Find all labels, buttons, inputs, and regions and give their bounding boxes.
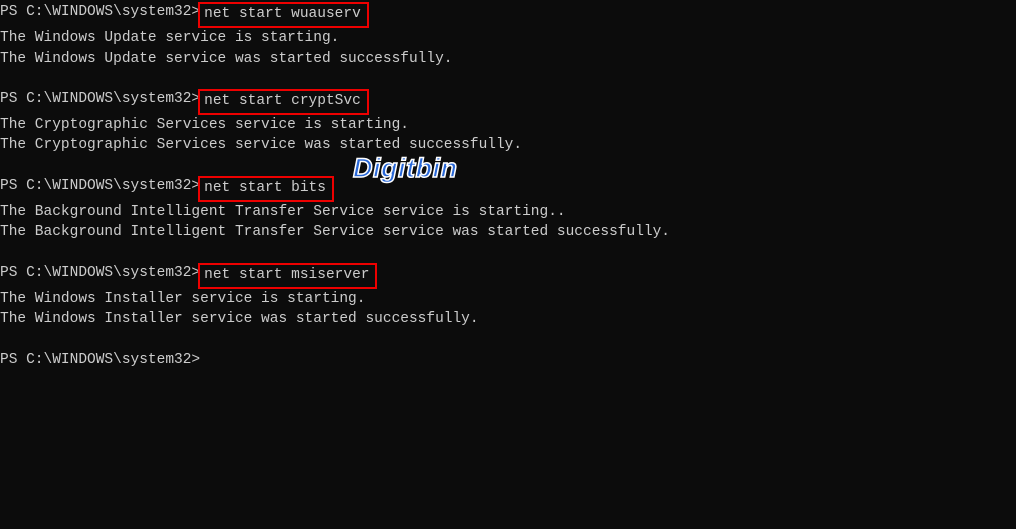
output-line: The Windows Installer service was starte… bbox=[0, 309, 1016, 329]
prompt-text: PS C:\WINDOWS\system32> bbox=[0, 176, 200, 196]
output-line: The Cryptographic Services service is st… bbox=[0, 115, 1016, 135]
terminal-window[interactable]: PS C:\WINDOWS\system32> net start wuause… bbox=[0, 2, 1016, 529]
command-text: net start cryptSvc bbox=[204, 93, 361, 109]
prompt-text: PS C:\WINDOWS\system32> bbox=[0, 350, 200, 370]
prompt-text: PS C:\WINDOWS\system32> bbox=[0, 89, 200, 109]
output-line: The Cryptographic Services service was s… bbox=[0, 135, 1016, 155]
prompt-text: PS C:\WINDOWS\system32> bbox=[0, 263, 200, 283]
prompt-text: PS C:\WINDOWS\system32> bbox=[0, 2, 200, 22]
command-text: net start msiserver bbox=[204, 267, 369, 283]
watermark-text: Digitbin bbox=[353, 150, 457, 188]
command-highlight: net start bits bbox=[198, 176, 334, 202]
output-line: The Background Intelligent Transfer Serv… bbox=[0, 222, 1016, 242]
output-line: The Windows Installer service is startin… bbox=[0, 289, 1016, 309]
output-line: The Windows Update service is starting. bbox=[0, 28, 1016, 48]
command-highlight: net start wuauserv bbox=[198, 2, 369, 28]
blank-line bbox=[0, 69, 1016, 89]
output-line: The Windows Update service was started s… bbox=[0, 49, 1016, 69]
command-line-3[interactable]: PS C:\WINDOWS\system32> net start bits bbox=[0, 176, 1016, 202]
command-highlight: net start cryptSvc bbox=[198, 89, 369, 115]
blank-line bbox=[0, 243, 1016, 263]
blank-line bbox=[0, 156, 1016, 176]
command-highlight: net start msiserver bbox=[198, 263, 377, 289]
output-line: The Background Intelligent Transfer Serv… bbox=[0, 202, 1016, 222]
command-line-1[interactable]: PS C:\WINDOWS\system32> net start wuause… bbox=[0, 2, 1016, 28]
command-line-4[interactable]: PS C:\WINDOWS\system32> net start msiser… bbox=[0, 263, 1016, 289]
command-line-2[interactable]: PS C:\WINDOWS\system32> net start cryptS… bbox=[0, 89, 1016, 115]
command-text: net start wuauserv bbox=[204, 6, 361, 22]
command-line-cursor[interactable]: PS C:\WINDOWS\system32> bbox=[0, 350, 1016, 370]
blank-line bbox=[0, 330, 1016, 350]
command-text: net start bits bbox=[204, 180, 326, 196]
